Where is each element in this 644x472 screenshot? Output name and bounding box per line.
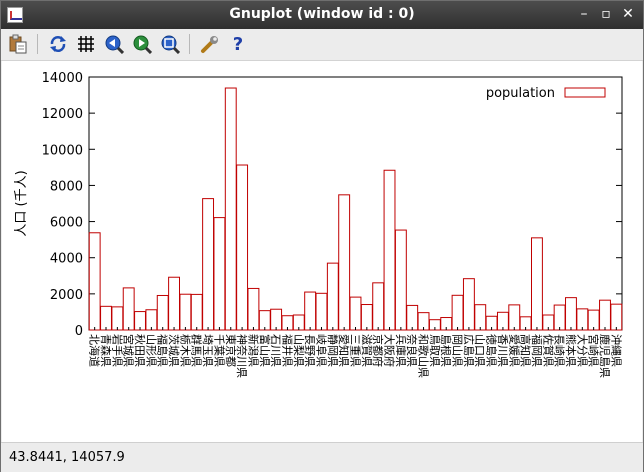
bar — [202, 198, 215, 331]
x-tick-label: 石川県 — [269, 334, 282, 367]
help-icon: ? — [232, 33, 244, 55]
y-tick-label: 8000 — [50, 179, 83, 194]
x-tick-label: 長野県 — [303, 334, 316, 367]
bar — [88, 232, 101, 331]
maximize-button[interactable]: ▫ — [597, 6, 615, 24]
title-bar[interactable]: Gnuplot (window id : 0) – ▫ ✕ — [1, 1, 643, 29]
x-tick-label: 香川県 — [496, 334, 509, 367]
x-tick-label: 山口県 — [473, 334, 486, 367]
bar — [315, 292, 328, 331]
bar — [553, 304, 566, 331]
x-tick-label: 滋賀県 — [360, 334, 373, 367]
bar — [394, 229, 407, 331]
legend-swatch — [564, 87, 606, 98]
bar — [565, 297, 577, 331]
bar — [100, 305, 112, 331]
bar — [247, 287, 260, 331]
bar — [190, 293, 203, 331]
x-tick-label: 岡山県 — [451, 334, 464, 367]
y-tick-label: 14000 — [42, 71, 83, 86]
help-button[interactable]: ? — [227, 33, 249, 55]
y-tick-label: 0 — [75, 324, 83, 339]
bar — [531, 237, 543, 331]
x-tick-label: 沖縄県 — [609, 334, 623, 367]
bar — [474, 304, 487, 331]
x-tick-label: 山形県 — [144, 334, 157, 367]
y-tick-label: 2000 — [50, 288, 83, 303]
zoom-next-button[interactable] — [131, 33, 153, 55]
bar — [270, 308, 283, 331]
bar — [122, 287, 135, 331]
copy-clipboard-icon — [9, 34, 27, 54]
bar — [326, 262, 339, 331]
y-tick-label: 4000 — [50, 252, 83, 267]
y-tick-label: 10000 — [42, 143, 83, 158]
zoom-next-icon — [133, 35, 152, 54]
copy-clipboard-button[interactable] — [7, 33, 29, 55]
bar — [179, 293, 192, 331]
bar — [349, 296, 362, 331]
minimize-button[interactable]: – — [575, 6, 593, 24]
bar — [111, 306, 124, 331]
close-button[interactable]: ✕ — [619, 6, 637, 24]
status-bar: 43.8441, 14057.9 — [1, 442, 643, 472]
zoom-prev-icon — [105, 35, 124, 54]
bar — [406, 304, 419, 331]
toolbar-separator — [189, 34, 190, 54]
grid-icon — [78, 36, 94, 52]
population-bar-chart: 02000400060008000100001200014000人口 (千人)北… — [14, 71, 623, 378]
autoscale-button[interactable] — [159, 33, 181, 55]
mouse-coordinates: 43.8441, 14057.9 — [9, 450, 125, 465]
bar — [462, 278, 475, 331]
gnuplot-window: Gnuplot (window id : 0) – ▫ ✕ ? 0 2000 4… — [0, 0, 644, 472]
zoom-previous-button[interactable] — [103, 33, 125, 55]
y-tick-label: 6000 — [50, 216, 83, 231]
bar — [599, 299, 611, 331]
plot-area[interactable]: 0 2000 4000 6000 8000 10000 12000 14000 人口 (千人) 北… — [2, 61, 642, 442]
grid-button[interactable] — [75, 33, 97, 55]
bar — [145, 309, 158, 331]
autoscale-icon — [161, 35, 180, 54]
bar — [213, 217, 226, 331]
toolbar: ? — [1, 29, 643, 61]
bar — [156, 294, 169, 331]
options-icon — [201, 36, 218, 53]
legend-label: population — [486, 86, 555, 101]
toolbar-separator — [37, 34, 38, 54]
bar — [236, 164, 249, 331]
bar — [508, 304, 521, 331]
bar — [304, 291, 317, 331]
replot-icon — [50, 36, 66, 52]
replot-button[interactable] — [47, 33, 69, 55]
bar — [383, 169, 396, 331]
bar — [360, 304, 373, 331]
x-tick-label: 岐阜県 — [314, 334, 327, 367]
window-title: Gnuplot (window id : 0) — [229, 6, 415, 22]
y-axis-label: 人口 (千人) — [14, 170, 29, 236]
bar — [576, 308, 589, 331]
bar — [168, 276, 181, 331]
y-tick-label: 12000 — [42, 107, 83, 122]
bar — [224, 87, 237, 331]
bar — [372, 282, 385, 331]
bar — [338, 194, 351, 331]
bar — [610, 303, 623, 331]
options-button[interactable] — [199, 33, 221, 55]
bar — [451, 294, 464, 331]
